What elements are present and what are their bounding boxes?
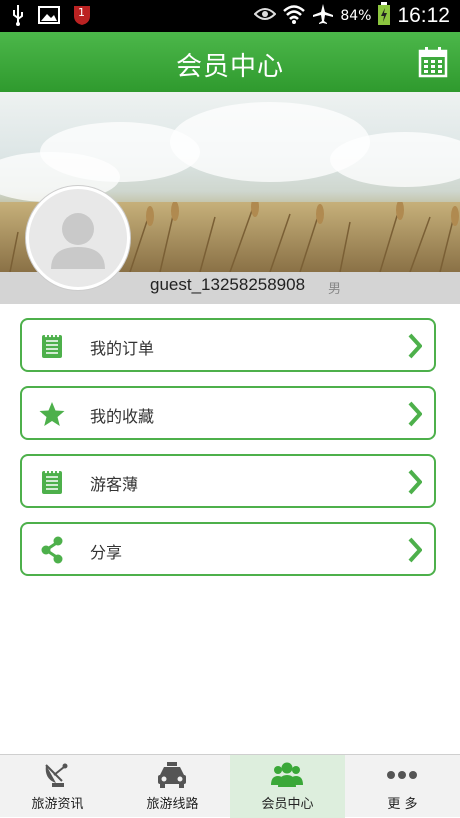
chevron-right-icon [408,333,422,359]
notepad-icon [42,334,62,358]
title-bar: 会员中心 [0,32,460,92]
menu-item-label: 游客薄 [90,475,139,494]
notepad-icon [42,470,62,494]
chevron-right-icon [408,469,422,495]
tab-label: 旅游资讯 [31,797,84,812]
tab-label: 旅游线路 [146,797,199,812]
menu-item-favorites[interactable]: 我的收藏 [20,386,436,440]
tab-travel-routes[interactable]: 旅游线路 [115,755,230,818]
chevron-right-icon [408,537,422,563]
airplane-icon [312,3,334,29]
chevron-right-icon [408,401,422,427]
gender-label: 男 [328,282,342,297]
people-icon [271,762,303,787]
image-icon [38,6,60,28]
wifi-icon [282,3,306,29]
menu-item-orders[interactable]: 我的订单 [20,318,436,372]
battery-charging-icon [377,2,391,30]
eye-icon [253,6,277,26]
calendar-icon [418,47,448,78]
menu-item-label: 我的订单 [90,339,155,358]
status-bar: 1 84% 16:12 [0,0,460,32]
tab-member-center[interactable]: 会员中心 [230,755,345,818]
clock: 16:12 [397,4,450,27]
banner-cloud [330,132,460,187]
satellite-dish-icon [45,763,68,787]
menu-item-guestbook[interactable]: 游客薄 [20,454,436,508]
shield-badge-icon: 1 [72,4,92,30]
page-title: 会员中心 [175,52,284,82]
notification-count: 1 [78,6,85,19]
username: guest_13258258908 [150,275,306,294]
more-dots-icon [387,771,417,779]
menu-item-share[interactable]: 分享 [20,522,436,576]
tab-label: 会员中心 [261,797,314,812]
star-icon [39,402,65,426]
tab-more[interactable]: 更 多 [345,755,460,818]
usb-icon [10,4,26,30]
menu-item-label: 我的收藏 [90,407,155,426]
bottom-nav: 旅游资讯 旅游线路 会员中心 更 多 [0,754,460,818]
menu-item-label: 分享 [90,543,123,562]
default-user-icon [51,213,105,269]
car-icon [158,762,186,788]
share-icon [41,536,63,564]
tab-travel-news[interactable]: 旅游资讯 [0,755,115,818]
battery-percent: 84% [340,8,372,24]
calendar-button[interactable] [418,46,448,78]
avatar[interactable] [26,186,130,290]
tab-label: 更 多 [387,797,418,812]
